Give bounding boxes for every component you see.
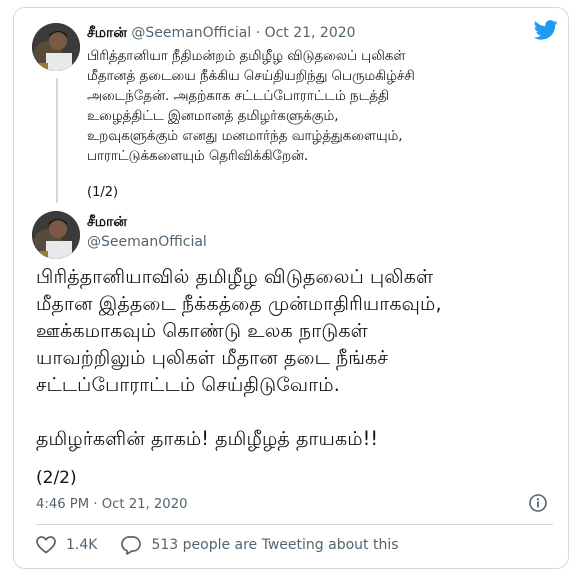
tweet-text-line: அடைந்தேன். அதற்காக சட்டப்போராட்டம் நடத்த…	[87, 89, 389, 104]
tweet-text-line: பிரித்தானியாவில் தமிழீழ விடுதலைப் புலிகள…	[36, 265, 434, 288]
tweet-text-line: யாவற்றிலும் புலிகள் மீதான தடை நீங்கச்	[36, 346, 388, 369]
tweet-text-line: ஊக்கமாகவும் கொண்டு உலக நாடுகள்	[36, 319, 368, 342]
separator-dot: ·	[255, 25, 261, 41]
tweet-text-line: மீதான இத்தடை நீக்கத்தை முன்மாதிரியாகவும்…	[36, 292, 442, 315]
speech-bubble-icon	[121, 536, 142, 555]
avatar[interactable]	[32, 211, 80, 259]
thread-connector-line	[56, 78, 58, 203]
divider	[36, 524, 553, 525]
tweet-date[interactable]: Oct 21, 2020	[265, 25, 356, 41]
separator-dot: ·	[93, 497, 98, 512]
tweet-actions: 1.4K 513 people are Tweeting about this	[36, 535, 423, 555]
tweeting-about-link[interactable]: 513 people are Tweeting about this	[121, 535, 399, 555]
tweet-date[interactable]: Oct 21, 2020	[102, 497, 188, 512]
tweet-text-line: தமிழர்களின் தாகம்! தமிழீழத் தாயகம்!!	[36, 427, 379, 450]
twitter-bird-icon[interactable]	[533, 20, 558, 44]
author-handle[interactable]: @SeemanOfficial	[131, 25, 251, 41]
author-name[interactable]: சீமான்	[87, 214, 207, 232]
author-handle[interactable]: @SeemanOfficial	[87, 234, 207, 250]
tweet-time[interactable]: 4:46 PM	[36, 497, 89, 512]
tweet-text-line: சட்டப்போராட்டம் செய்திடுவோம்.	[36, 373, 340, 396]
tweet-text-line: மீதானத் தடையை நீக்கிய செய்தியறிந்து பெரு…	[87, 69, 415, 84]
like-count: 1.4K	[66, 537, 98, 553]
avatar[interactable]	[32, 23, 80, 71]
like-button[interactable]: 1.4K	[36, 536, 97, 554]
author-name[interactable]: சீமான்	[87, 25, 127, 41]
tweet-text-line: பிரித்தானியா நீதிமன்றம் தமிழீழ விடுதலைப்…	[87, 49, 406, 64]
tweet-text-line: உழைத்திட்ட இனமானத் தமிழர்களுக்கும்,	[87, 109, 339, 124]
thread-count: (1/2)	[87, 185, 119, 200]
tweeting-about-label: 513 people are Tweeting about this	[151, 537, 399, 553]
heart-icon	[36, 536, 56, 554]
quoted-tweet-text: பிரித்தானியா நீதிமன்றம் தமிழீழ விடுதலைப்…	[87, 47, 542, 167]
tweet-card: சீமான் @SeemanOfficial · Oct 21, 2020 பி…	[13, 7, 569, 569]
thread-count: (2/2)	[36, 468, 77, 488]
tweet-text-blank	[36, 398, 556, 425]
tweet-text-line: பாராட்டுக்களையும் தெரிவிக்கிறேன்.	[87, 149, 309, 164]
info-icon[interactable]	[528, 493, 548, 517]
tweet-text: பிரித்தானியாவில் தமிழீழ விடுதலைப் புலிகள…	[36, 263, 556, 452]
tweet-text-line: உறவுகளுக்கும் எனது மனமார்ந்த வாழ்த்துகளை…	[87, 129, 403, 144]
